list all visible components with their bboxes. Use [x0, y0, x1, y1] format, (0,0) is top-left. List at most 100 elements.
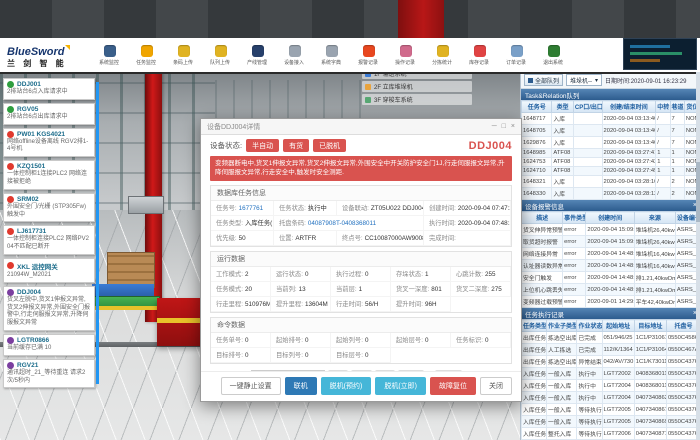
device-card[interactable]: KZQ1501一体控制柜1连接PLC2 网络连接被拒绝: [3, 160, 95, 190]
panel-scrollbar-thumb[interactable]: [696, 162, 700, 222]
device-card-id: SRM02: [17, 196, 39, 203]
table-row[interactable]: 变频器过载预警error2020-09-01 14:29:20平车42,40kw…: [522, 296, 700, 308]
table-row[interactable]: 出库任务拣选空出库已完成051/946/251C1/P310610550C458…: [522, 332, 700, 344]
column-header[interactable]: 目标地址: [634, 320, 666, 332]
table-row[interactable]: 入库任务一般入库等待执行LGT7200504073408690550C43760…: [522, 416, 700, 428]
table-row[interactable]: 取货超时报警error2020-09-04 15:09:26堆垛机26,40kw…: [522, 236, 700, 248]
device-card[interactable]: DDJ004货叉左脱中,货叉1伸报文异常,货叉2伸报文异常,外围安全门报警中,行…: [3, 286, 95, 331]
footer-button[interactable]: 一键静止设置: [221, 377, 281, 395]
table-cell: 出库任务: [522, 356, 547, 368]
field-label: 设备联动:: [342, 205, 369, 212]
toolbar-button[interactable]: 操作记录: [387, 45, 424, 66]
legend-item[interactable]: 2F 立库堆垛机: [362, 81, 472, 92]
toolbar-button[interactable]: 分拣统计: [424, 45, 461, 66]
table-cell: 入库: [552, 188, 573, 200]
table-row[interactable]: 货叉伸异常预警error2020-09-04 15:09:26堆垛机26,40k…: [522, 224, 700, 236]
upload-queue-icon: [215, 45, 227, 57]
table-row[interactable]: 认址器读数异常error2020-09-04 14:48:34堆垛机16,40k…: [522, 260, 700, 272]
column-header[interactable]: 创建时间: [586, 212, 634, 224]
table-row[interactable]: 入库任务一般入库执行中LGT7200204083680110550C437600…: [522, 368, 700, 380]
sidebar-scroll-strip[interactable]: [96, 82, 99, 384]
toolbar-button[interactable]: 系统监控: [91, 45, 128, 66]
field-value[interactable]: 04087908T-0408368011: [308, 220, 376, 227]
table-cell: 2020-09-04 03:13:40: [602, 137, 656, 149]
panel-scrollbar[interactable]: [696, 72, 700, 440]
device-card[interactable]: LGTR0866当前缓存已满 10: [3, 334, 95, 356]
toolbar-button[interactable]: 订单记录: [498, 45, 535, 66]
table-row[interactable]: 出库任务拣选空出库异常结束042/AV/7301C1/K730110550C43…: [522, 356, 700, 368]
column-header[interactable]: CP口/出口: [573, 101, 602, 113]
column-header[interactable]: 作业子类型: [547, 320, 577, 332]
runtime-field-grid: 工作模式:2运行状态:0执行过程:0存垛状态:1心跳计数:255任务模式:20当…: [211, 267, 511, 312]
footer-button[interactable]: 联机: [285, 377, 317, 395]
table-cell: 1C1/P31061: [634, 332, 666, 344]
toolbar-button[interactable]: 报警记录: [350, 45, 387, 66]
field-value[interactable]: 1677761: [239, 205, 264, 212]
table-row[interactable]: 1648321入库2020-09-04 03:28:10/2NON: [522, 176, 700, 188]
column-header[interactable]: 巷道: [670, 101, 684, 113]
operation-log-icon: [400, 45, 412, 57]
toolbar-button[interactable]: 产线管理: [239, 45, 276, 66]
table-row[interactable]: 1648985ATF082020-09-04 03:27:4111NON: [522, 149, 700, 158]
column-header[interactable]: 作业状态: [577, 320, 602, 332]
toolbar-button[interactable]: 队列上传: [202, 45, 239, 66]
legend-item[interactable]: 3F 穿梭车系统: [362, 94, 472, 105]
table-row[interactable]: 出库任务人工拣选已完成112/K/13641C1/P310640550C467A…: [522, 344, 700, 356]
toolbar-button[interactable]: 设备接入: [276, 45, 313, 66]
footer-button[interactable]: 关闭: [480, 377, 512, 395]
toolbar-button[interactable]: 退出系统: [535, 45, 572, 66]
minimize-icon[interactable]: ─: [492, 123, 497, 130]
column-header[interactable]: 事件类型: [563, 212, 586, 224]
field-label: 任务模式:: [216, 286, 243, 293]
table-cell: 1629876: [522, 137, 552, 149]
scene-minimap[interactable]: [623, 38, 697, 70]
table-row[interactable]: 1624753ATF082020-09-04 03:27:4211NON: [522, 158, 700, 167]
footer-button[interactable]: 故障复位: [430, 377, 476, 395]
column-header[interactable]: 中转: [656, 101, 670, 113]
table-row[interactable]: 网络连接异常error2020-09-04 14:48:34堆垛机16,40kw…: [522, 248, 700, 260]
column-header[interactable]: 起始地址: [602, 320, 634, 332]
table-cell: 入库任务: [522, 428, 547, 440]
field-cell: 运行状态:0: [271, 267, 331, 282]
toolbar-button[interactable]: 条码上传: [165, 45, 202, 66]
device-card-header: SRM02: [7, 196, 91, 203]
alarm-icon: [7, 163, 14, 170]
toolbar-button[interactable]: 任务监控: [128, 45, 165, 66]
table-row[interactable]: 入库任务一般入库执行中LGT7200404073408620550C437600…: [522, 392, 700, 404]
table-row[interactable]: 入库任务整托入库等待执行LGT7200604073408710550C43760…: [522, 428, 700, 440]
device-type-select[interactable]: 堆垛机-- ▾: [566, 74, 602, 86]
field-cell: 起始列号:0: [331, 333, 391, 348]
table-row[interactable]: 1648705入库2020-09-04 03:13:40/7NON: [522, 125, 700, 137]
table-row[interactable]: 1624710ATF082020-09-04 03:27:4511NON: [522, 167, 700, 176]
toolbar-button[interactable]: 库存记录: [461, 45, 498, 66]
footer-button[interactable]: 脱机(预约): [321, 377, 372, 395]
column-header[interactable]: 任务号: [522, 101, 552, 113]
table-row[interactable]: 上位机心跳丢失error2020-09-04 14:48:30排1.21,40k…: [522, 284, 700, 296]
device-card[interactable]: RGV052排站台6点出库请求中: [3, 103, 95, 125]
device-card[interactable]: SRM02外围安全门/光栅 (STP305Fw)触发中: [3, 193, 95, 223]
maximize-icon[interactable]: □: [502, 123, 506, 130]
table-row[interactable]: 1629876入库2020-09-04 03:13:40/7NON: [522, 137, 700, 149]
footer-button[interactable]: 脱机(立即): [375, 377, 426, 395]
column-header[interactable]: 描述: [522, 212, 563, 224]
column-header[interactable]: 任务类型: [522, 320, 547, 332]
queue-view-button[interactable]: 全部队列: [524, 74, 563, 86]
device-card[interactable]: XKL 运控网关21094W_M2021: [3, 258, 95, 283]
field-label: 任务标识:: [456, 337, 483, 344]
column-header[interactable]: 创建/结束时间: [602, 101, 656, 113]
column-header[interactable]: 类型: [552, 101, 573, 113]
column-header[interactable]: 来源: [634, 212, 675, 224]
table-row[interactable]: 安全门触发error2020-09-04 14:48:30排1.21,40kwD…: [522, 272, 700, 284]
device-card[interactable]: PW01 KGS4021网络offline设备离线 RGV2排1-4号机: [3, 128, 95, 158]
close-icon[interactable]: ×: [511, 123, 515, 130]
table-row[interactable]: 1648330入库2020-09-04 03:28:12/2NON: [522, 188, 700, 200]
table-row[interactable]: 入库任务一般入库执行中LGT7200404083680110550C437600…: [522, 380, 700, 392]
toolbar-button[interactable]: 系统字典: [313, 45, 350, 66]
device-card[interactable]: DDJ0012排站台6点入库请求中: [3, 78, 95, 100]
device-card[interactable]: LJ617731一体控制柜连接PLC2 网络PV204不匹配已断开: [3, 225, 95, 255]
table-row[interactable]: 1648717入库2020-09-04 03:13:40/7NON: [522, 113, 700, 125]
column-header[interactable]: 托盘号: [666, 320, 700, 332]
device-card[interactable]: RGV21通讯超时_21_等待重连 请求2次/5秒内: [3, 359, 95, 389]
table-cell: 已完成: [577, 332, 602, 344]
table-row[interactable]: 入库任务一般入库等待执行LGT7200504073408670550C43760…: [522, 404, 700, 416]
